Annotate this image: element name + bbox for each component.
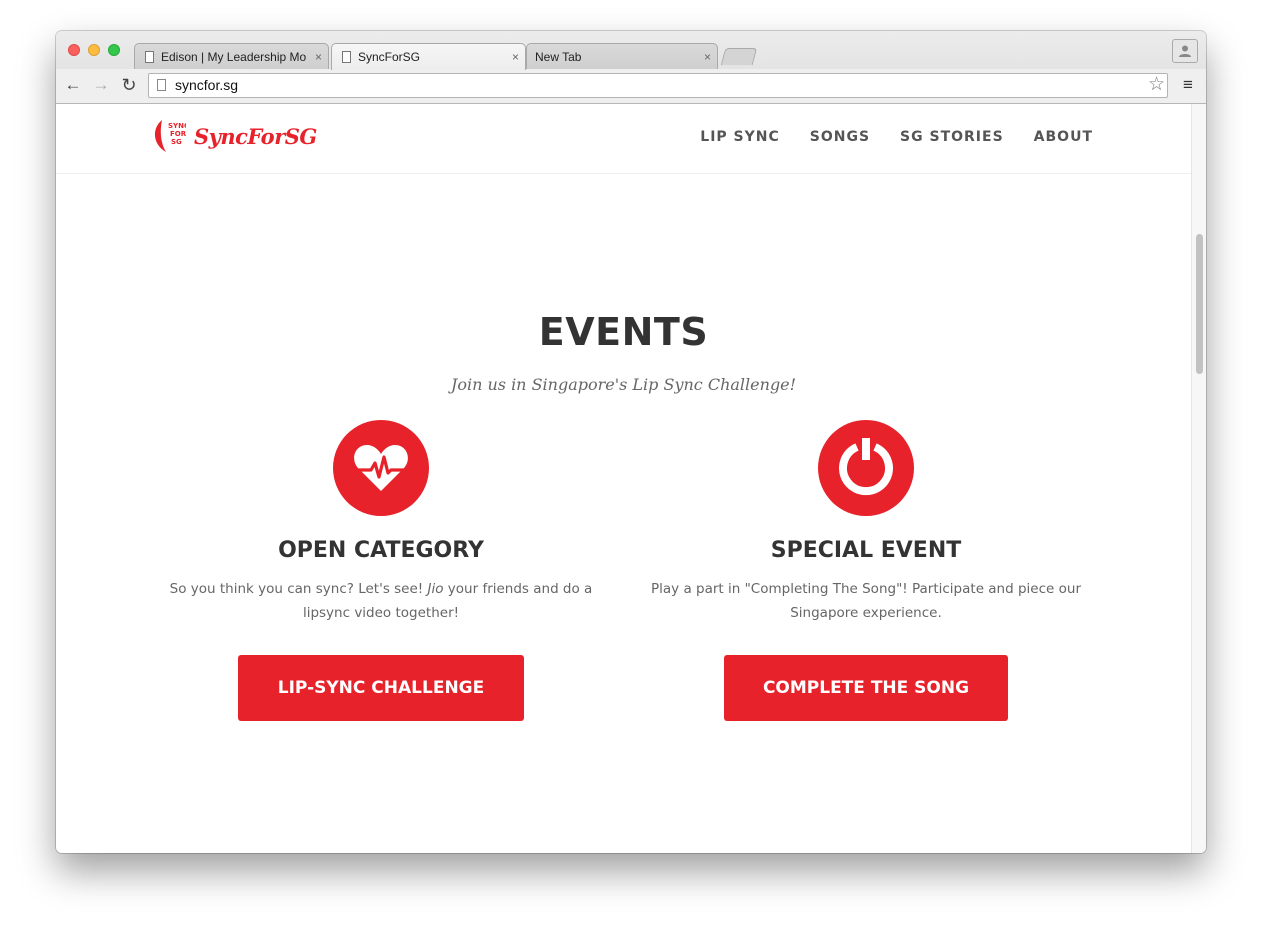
logo-text: SyncForSG <box>194 124 317 149</box>
open-category-title: OPEN CATEGORY <box>278 538 484 563</box>
minimize-window-button[interactable] <box>88 44 100 56</box>
forward-icon[interactable]: → <box>90 74 112 96</box>
site-logo[interactable]: SYNC FOR SG SyncForSG <box>152 118 317 156</box>
complete-the-song-button[interactable]: COMPLETE THE SONG <box>724 655 1008 721</box>
page-scrollbar[interactable] <box>1191 104 1206 853</box>
profile-icon[interactable] <box>1172 39 1198 63</box>
bookmark-star-icon[interactable]: ☆ <box>1148 74 1165 96</box>
logo-mark-icon: SYNC FOR SG <box>154 120 186 152</box>
special-event-title: SPECIAL EVENT <box>770 538 962 563</box>
power-icon <box>818 420 914 516</box>
back-icon[interactable]: ← <box>62 74 84 96</box>
new-tab-button[interactable] <box>720 48 758 65</box>
special-event-card: SPECIAL EVENT Play a part in "Completing… <box>636 420 1096 721</box>
nav-item-lip-sync[interactable]: LIP SYNC <box>700 129 779 145</box>
events-title: EVENTS <box>538 310 709 354</box>
tab-new-tab[interactable]: New Tab × <box>526 43 718 69</box>
nav-item-sg-stories[interactable]: SG STORIES <box>900 129 1004 145</box>
reload-icon[interactable]: ↻ <box>118 74 140 96</box>
svg-text:SYNC: SYNC <box>168 122 186 130</box>
open-category-card: OPEN CATEGORY So you think you can sync?… <box>151 420 611 721</box>
tab-close-icon[interactable]: × <box>704 44 711 69</box>
tab-title: Edison | My Leadership Mo <box>161 50 307 64</box>
page-icon <box>145 51 154 63</box>
site-header: SYNC FOR SG SyncForSG LIP SYNC SONGS SG … <box>56 104 1191 174</box>
svg-text:FOR: FOR <box>170 130 186 138</box>
open-category-description: So you think you can sync? Let's see! Ji… <box>156 577 606 625</box>
address-bar[interactable]: syncfor.sg ☆ <box>148 73 1168 98</box>
description-text: So you think you can sync? Let's see! <box>169 581 428 597</box>
zoom-window-button[interactable] <box>108 44 120 56</box>
lip-sync-challenge-button[interactable]: LIP-SYNC CHALLENGE <box>238 655 524 721</box>
tab-close-icon[interactable]: × <box>315 44 322 69</box>
close-window-button[interactable] <box>68 44 80 56</box>
page-icon <box>157 79 166 91</box>
browser-toolbar: ← → ↻ syncfor.sg ☆ ≡ <box>56 69 1206 103</box>
svg-text:SG: SG <box>171 138 182 146</box>
heart-pulse-icon <box>333 420 429 516</box>
browser-titlebar: Edison | My Leadership Mo × SyncForSG × … <box>56 31 1206 104</box>
tab-title: SyncForSG <box>358 50 421 64</box>
url-text[interactable]: syncfor.sg <box>175 74 238 97</box>
nav-item-about[interactable]: ABOUT <box>1034 129 1093 145</box>
scrollbar-thumb[interactable] <box>1196 234 1203 374</box>
page-icon <box>342 51 351 63</box>
menu-icon[interactable]: ≡ <box>1180 75 1196 95</box>
special-event-description: Play a part in "Completing The Song"! Pa… <box>651 581 1081 621</box>
tab-close-icon[interactable]: × <box>512 44 519 70</box>
nav-item-songs[interactable]: SONGS <box>810 129 870 145</box>
tab-title: New Tab <box>535 50 582 64</box>
page-viewport: SYNC FOR SG SyncForSG LIP SYNC SONGS SG … <box>56 104 1206 853</box>
description-emphasis: Jio <box>427 581 444 597</box>
main-nav: LIP SYNC SONGS SG STORIES ABOUT <box>700 129 1093 145</box>
tab-edison[interactable]: Edison | My Leadership Mo × <box>134 43 329 69</box>
tab-syncforsg[interactable]: SyncForSG × <box>331 43 526 70</box>
events-subtitle: Join us in Singapore's Lip Sync Challeng… <box>450 375 797 394</box>
browser-window: Edison | My Leadership Mo × SyncForSG × … <box>56 31 1206 853</box>
